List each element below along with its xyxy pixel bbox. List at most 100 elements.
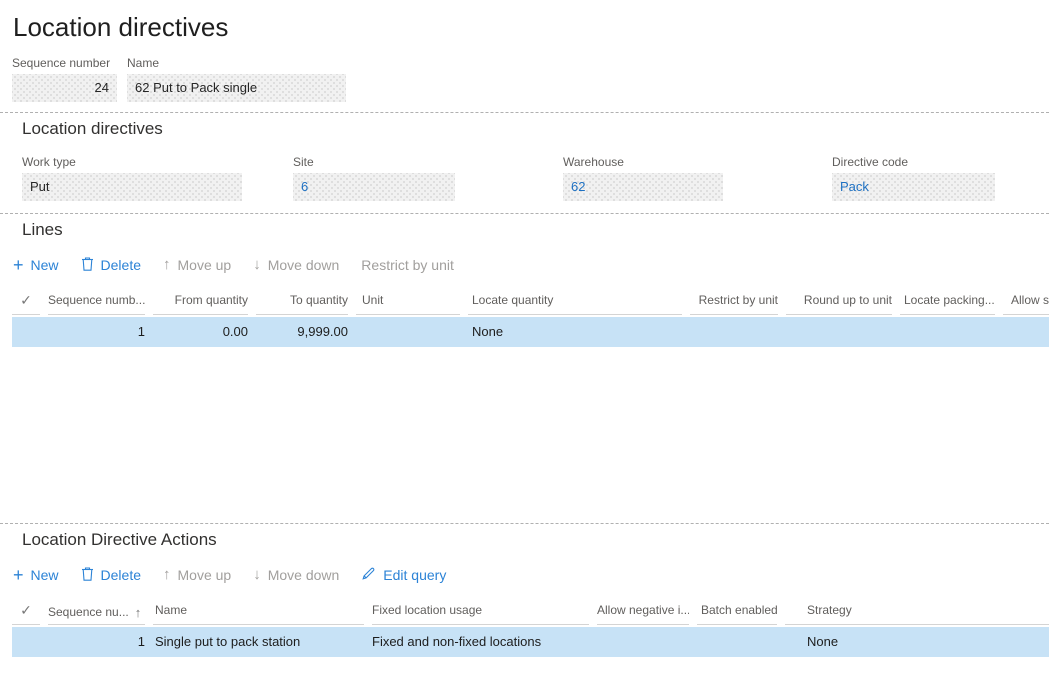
actions-delete-button[interactable]: Delete	[81, 566, 141, 584]
directive-code-field[interactable]: Pack	[832, 173, 995, 201]
warehouse-field[interactable]: 62	[563, 173, 723, 201]
cell-fixed-location-usage: Fixed and non-fixed locations	[372, 627, 589, 657]
column-header-unit[interactable]: Unit	[356, 290, 460, 315]
delete-button-label: Delete	[101, 257, 141, 273]
move-down-button-label: Move down	[268, 567, 340, 583]
cell-sequence-number: 1	[48, 627, 145, 657]
section-divider	[0, 213, 1049, 214]
section-divider	[0, 112, 1049, 113]
actions-move-down-button[interactable]: ↓ Move down	[253, 567, 339, 583]
lines-move-down-button[interactable]: ↓ Move down	[253, 257, 339, 273]
cell-locate-packing	[900, 317, 995, 347]
lines-toolbar: + New Delete ↑ Move up ↓ Move down Restr…	[13, 255, 1049, 275]
move-up-button-label: Move up	[178, 567, 232, 583]
name-field[interactable]: 62 Put to Pack single	[127, 74, 346, 102]
actions-grid-row[interactable]: 1 Single put to pack station Fixed and n…	[12, 627, 1049, 657]
column-header-allow-negative-inventory[interactable]: Allow negative i...	[597, 600, 689, 625]
actions-toolbar: + New Delete ↑ Move up ↓ Move down Edit …	[13, 565, 1049, 585]
column-header-round-up-to-unit[interactable]: Round up to unit	[786, 290, 892, 315]
plus-icon: +	[13, 257, 24, 273]
lines-restrict-by-unit-button[interactable]: Restrict by unit	[361, 257, 454, 273]
cell-sequence-number: 1	[48, 317, 145, 347]
cell-from-quantity: 0.00	[153, 317, 248, 347]
edit-query-button-label: Edit query	[383, 567, 446, 583]
arrow-down-icon: ↓	[253, 257, 261, 273]
site-label: Site	[293, 155, 563, 169]
column-header-restrict-by-unit[interactable]: Restrict by unit	[690, 290, 778, 315]
column-header-fixed-location-usage[interactable]: Fixed location usage	[372, 600, 589, 625]
actions-move-up-button[interactable]: ↑ Move up	[163, 567, 231, 583]
restrict-by-unit-button-label: Restrict by unit	[361, 257, 454, 273]
checkmark-icon: ✓	[20, 602, 32, 618]
actions-grid-header: ✓ Sequence nu... ↑ Name Fixed location u…	[12, 600, 1049, 625]
work-type-label: Work type	[22, 155, 293, 169]
directive-code-label: Directive code	[832, 155, 995, 169]
move-down-button-label: Move down	[268, 257, 340, 273]
lines-grid-header: ✓ Sequence numb... From quantity To quan…	[12, 290, 1049, 315]
actions-grid: ✓ Sequence nu... ↑ Name Fixed location u…	[0, 600, 1049, 657]
lines-section-title: Lines	[22, 220, 1049, 240]
cell-strategy: None	[785, 627, 1049, 657]
lines-grid: ✓ Sequence numb... From quantity To quan…	[0, 290, 1049, 523]
cell-restrict-by-unit	[690, 317, 778, 347]
column-header-from-quantity[interactable]: From quantity	[153, 290, 248, 315]
column-header-batch-enabled[interactable]: Batch enabled	[697, 600, 777, 625]
sequence-number-field-group: Sequence number 24	[12, 56, 117, 102]
warehouse-label: Warehouse	[563, 155, 832, 169]
trash-icon	[81, 256, 94, 274]
arrow-down-icon: ↓	[253, 567, 261, 583]
delete-button-label: Delete	[101, 567, 141, 583]
lines-move-up-button[interactable]: ↑ Move up	[163, 257, 231, 273]
column-header-name[interactable]: Name	[153, 600, 364, 625]
column-header-allow-split[interactable]: Allow s	[1003, 290, 1049, 315]
name-field-group: Name 62 Put to Pack single	[127, 56, 346, 102]
column-header-strategy[interactable]: Strategy	[785, 600, 1049, 625]
actions-section-title: Location Directive Actions	[22, 530, 1049, 550]
column-header-locate-quantity[interactable]: Locate quantity	[468, 290, 682, 315]
actions-new-button[interactable]: + New	[13, 567, 59, 583]
column-header-sequence-number[interactable]: Sequence numb...	[48, 290, 145, 315]
sequence-number-label: Sequence number	[12, 56, 117, 70]
cell-locate-quantity: None	[468, 317, 682, 347]
cell-to-quantity: 9,999.00	[256, 317, 348, 347]
lines-select-all-checkbox[interactable]: ✓	[12, 290, 40, 315]
actions-select-all-checkbox[interactable]: ✓	[12, 600, 40, 625]
plus-icon: +	[13, 567, 24, 583]
cell-round-up-to-unit	[786, 317, 892, 347]
header-fields: Sequence number 24 Name 62 Put to Pack s…	[12, 56, 1049, 102]
arrow-up-icon: ↑	[163, 567, 171, 583]
lines-grid-row[interactable]: 1 0.00 9,999.00 None	[12, 317, 1049, 347]
column-header-label: Sequence nu...	[48, 602, 129, 623]
checkmark-icon: ✓	[20, 292, 32, 308]
column-header-to-quantity[interactable]: To quantity	[256, 290, 348, 315]
trash-icon	[81, 566, 94, 584]
sequence-number-field[interactable]: 24	[12, 74, 117, 102]
move-up-button-label: Move up	[178, 257, 232, 273]
site-field[interactable]: 6	[293, 173, 455, 201]
cell-allow-split	[1003, 317, 1049, 347]
site-field-group: Site 6	[293, 155, 563, 201]
work-type-field-group: Work type Put	[22, 155, 293, 201]
edit-pencil-icon	[361, 566, 376, 584]
directives-section-title: Location directives	[22, 119, 1049, 139]
arrow-up-icon: ↑	[163, 257, 171, 273]
cell-allow-negative-inventory	[597, 627, 689, 657]
column-header-locate-packing[interactable]: Locate packing...	[900, 290, 995, 315]
section-divider	[0, 523, 1049, 524]
location-directives-page: Location directives Sequence number 24 N…	[0, 0, 1049, 673]
directives-fields: Work type Put Site 6 Warehouse 62 Direct…	[22, 155, 1049, 201]
row-checkbox-cell[interactable]	[12, 317, 40, 347]
cell-unit	[356, 317, 460, 347]
lines-grid-empty-area	[0, 347, 1049, 523]
work-type-field[interactable]: Put	[22, 173, 242, 201]
sort-ascending-icon: ↑	[135, 602, 142, 623]
warehouse-field-group: Warehouse 62	[563, 155, 832, 201]
new-button-label: New	[31, 567, 59, 583]
row-checkbox-cell[interactable]	[12, 627, 40, 657]
column-header-sequence-number[interactable]: Sequence nu... ↑	[48, 600, 145, 625]
lines-delete-button[interactable]: Delete	[81, 256, 141, 274]
edit-query-button[interactable]: Edit query	[361, 566, 446, 584]
new-button-label: New	[31, 257, 59, 273]
lines-new-button[interactable]: + New	[13, 257, 59, 273]
directive-code-field-group: Directive code Pack	[832, 155, 995, 201]
